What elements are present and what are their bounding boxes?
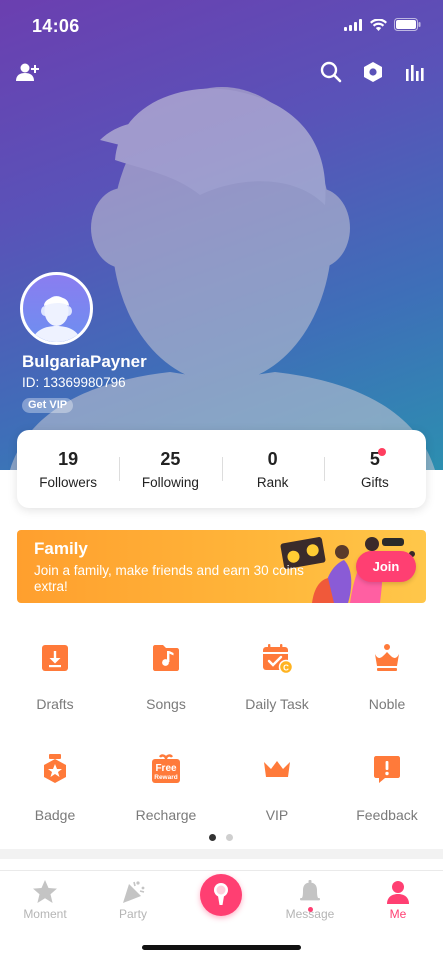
songs-icon xyxy=(153,645,179,671)
party-icon xyxy=(123,881,145,903)
feature-label: Daily Task xyxy=(245,696,309,712)
feature-label: Recharge xyxy=(135,807,197,823)
microphone-icon xyxy=(214,883,228,905)
settings-button[interactable] xyxy=(359,58,387,86)
bell-icon xyxy=(300,880,320,901)
stat-value: 0 xyxy=(267,448,278,469)
recharge-icon-text-reward: Reward xyxy=(154,774,178,781)
section-divider xyxy=(0,849,443,859)
svg-text:C: C xyxy=(283,664,289,673)
bar-chart-icon xyxy=(406,65,424,81)
record-mic-button[interactable] xyxy=(200,874,242,916)
feature-feedback[interactable]: Feedback xyxy=(332,753,442,843)
stats-card: 19 Followers 25 Following 0 Rank 5 Gifts xyxy=(17,430,426,508)
stat-value: 25 xyxy=(160,448,181,469)
feedback-icon xyxy=(374,756,400,783)
tab-label: Party xyxy=(118,907,147,921)
tab-label: Moment xyxy=(23,907,67,921)
tab-me[interactable]: Me xyxy=(363,879,433,921)
family-banner[interactable]: Family Join a family, make friends and e… xyxy=(17,530,426,603)
stat-followers[interactable]: 19 Followers xyxy=(17,430,119,508)
gear-icon xyxy=(364,62,382,82)
badge-icon xyxy=(44,754,66,783)
page-indicator[interactable] xyxy=(209,834,233,841)
feature-recharge[interactable]: Free Reward Recharge xyxy=(111,753,221,843)
feature-label: VIP xyxy=(265,807,289,823)
message-unread-dot xyxy=(308,907,313,912)
tab-label: Me xyxy=(389,907,407,921)
join-family-button[interactable]: Join xyxy=(356,551,416,582)
avatar[interactable] xyxy=(20,272,93,345)
charts-button[interactable] xyxy=(401,58,429,86)
user-id: ID: 13369980796 xyxy=(22,375,126,390)
status-icons xyxy=(344,18,421,31)
signal-icon xyxy=(344,18,362,31)
status-time: 14:06 xyxy=(32,16,80,36)
avatar-placeholder-icon xyxy=(31,296,82,342)
home-indicator xyxy=(142,945,301,950)
search-button[interactable] xyxy=(317,58,345,86)
drafts-icon xyxy=(42,645,68,671)
tab-party[interactable]: Party xyxy=(98,879,168,921)
feature-daily-task[interactable]: C Daily Task xyxy=(222,642,332,732)
noble-icon xyxy=(375,644,399,671)
feature-label: Songs xyxy=(146,696,186,712)
get-vip-button[interactable]: Get VIP xyxy=(22,398,74,413)
tab-message[interactable]: Message xyxy=(275,879,345,921)
stat-rank[interactable]: 0 Rank xyxy=(221,430,324,508)
stat-value-wrap: 5 xyxy=(370,447,386,470)
recharge-icon: Free Reward xyxy=(152,754,180,783)
page-dot-active[interactable] xyxy=(209,834,216,841)
battery-icon xyxy=(394,18,421,31)
stat-label: Rank xyxy=(256,474,289,490)
family-title: Family xyxy=(34,539,88,558)
feature-label: Noble xyxy=(368,696,406,712)
stat-label: Following xyxy=(141,474,199,490)
daily-task-icon: C xyxy=(263,644,293,674)
stat-label: Followers xyxy=(39,474,97,490)
add-friend-button[interactable] xyxy=(14,58,42,86)
search-icon xyxy=(320,61,342,83)
username: BulgariaPayner xyxy=(22,352,147,371)
family-description: Join a family, make friends and earn 30 … xyxy=(34,563,304,594)
feature-songs[interactable]: Songs xyxy=(111,642,221,732)
vip-crown-icon xyxy=(264,761,290,777)
person-icon xyxy=(387,881,409,904)
stat-gifts[interactable]: 5 Gifts xyxy=(323,430,426,508)
stat-following[interactable]: 25 Following xyxy=(119,430,221,508)
feature-label: Feedback xyxy=(356,807,418,823)
notification-dot xyxy=(377,447,386,456)
stat-value: 19 xyxy=(58,448,79,469)
recharge-icon-text-free: Free xyxy=(155,763,177,774)
feature-badge[interactable]: Badge xyxy=(0,753,110,843)
feature-label: Badge xyxy=(34,807,76,823)
star-icon xyxy=(33,880,57,903)
page-dot[interactable] xyxy=(226,834,233,841)
feature-vip[interactable]: VIP xyxy=(222,753,332,843)
feature-noble[interactable]: Noble xyxy=(332,642,442,732)
add-user-icon xyxy=(16,63,39,81)
feature-label: Drafts xyxy=(36,696,74,712)
wifi-icon xyxy=(370,18,387,31)
profile-header: 14:06 BulgariaPayner ID: 13369980796 Get… xyxy=(0,0,443,470)
feature-drafts[interactable]: Drafts xyxy=(0,642,110,732)
stat-label: Gifts xyxy=(360,474,389,490)
tab-moment[interactable]: Moment xyxy=(10,879,80,921)
status-bar: 14:06 xyxy=(0,0,443,54)
